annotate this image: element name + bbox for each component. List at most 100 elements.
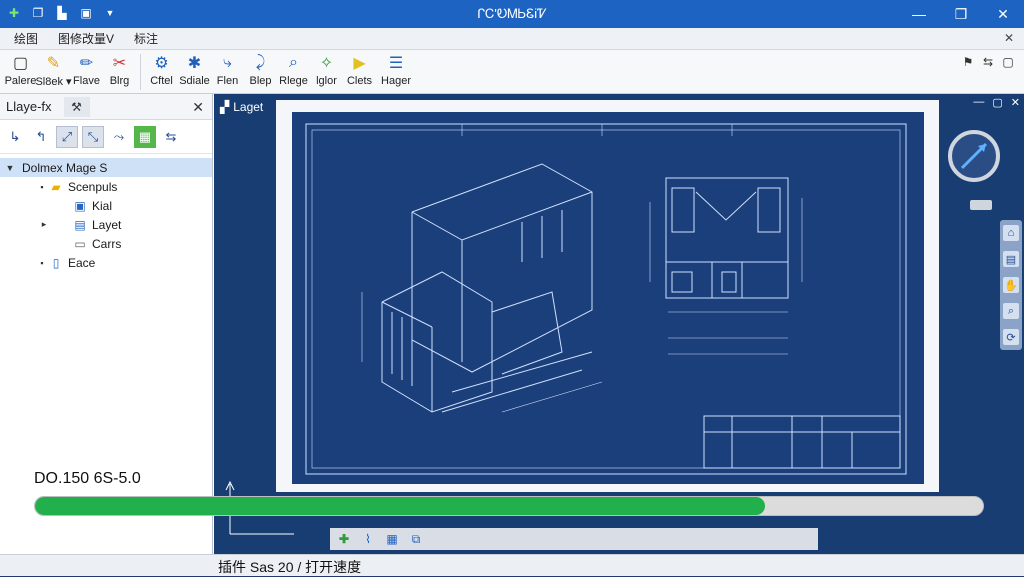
- panel-toolbar: ↳ ↰ ⤢ ⤡ ⤳ ▦ ⇆: [0, 120, 212, 154]
- layer-tool-4-icon[interactable]: ⤡: [82, 125, 104, 148]
- ribbon-button-sketch[interactable]: ✎ Sl8ek ▾: [35, 50, 72, 92]
- tree-label: Layet: [92, 217, 122, 232]
- expand-icon[interactable]: ▪: [36, 258, 48, 268]
- ortho-icon[interactable]: ⌇: [358, 530, 378, 548]
- panel-tab-tools-icon[interactable]: ⚒: [63, 96, 90, 117]
- ribbon-button-rlege[interactable]: ⌕ Rlege: [277, 50, 310, 92]
- ribbon-label: Blep: [249, 75, 272, 87]
- tree-node-folder[interactable]: ▭ Carrs: [0, 234, 212, 253]
- layer-tool-7-icon[interactable]: ⇆: [160, 126, 182, 148]
- layer-tool-1-icon[interactable]: ↳: [4, 126, 26, 148]
- swap-icon[interactable]: ⇆: [980, 54, 996, 70]
- tree-node-file[interactable]: ▪ ▯ Eace: [0, 253, 212, 272]
- layer-tool-3-icon[interactable]: ⤢: [56, 125, 78, 148]
- scissors-icon: ✂: [112, 55, 127, 72]
- table-icon: ▤: [74, 217, 86, 232]
- ribbon-label: Blrg: [109, 75, 130, 87]
- blueprint-drawing: [305, 123, 907, 475]
- window-controls: — ❐ ✕: [898, 0, 1024, 28]
- layer-tool-2-icon[interactable]: ↰: [30, 126, 52, 148]
- pan-icon[interactable]: ✋: [1003, 277, 1019, 293]
- viewport-minimize-icon[interactable]: —: [973, 96, 984, 109]
- layer-tool-5-icon[interactable]: ⤳: [108, 126, 130, 148]
- ribbon-button-blep[interactable]: ⤸ Blep: [244, 50, 277, 92]
- tree-label: Kial: [92, 198, 113, 213]
- tree-node-file[interactable]: ▣ Kial: [0, 196, 212, 215]
- pencil-icon: ✎: [46, 55, 61, 72]
- ribbon-button-hager[interactable]: ☰ Hager: [376, 50, 416, 92]
- document-icon: ▣: [74, 198, 86, 213]
- ribbon-label: Sdiale: [179, 75, 210, 87]
- cad-application-window: ✚ ❐ ▙ ▣ ▼ ᒋᏟ'ᎧᎷᏏᏋᎥᏤ — ❐ ✕ 绘图 图修改量V 标注 ✕ …: [0, 0, 1024, 576]
- status-bar: 插件 Sas 20 / 打开速度: [0, 554, 1024, 576]
- ribbon-button-sdiale[interactable]: ✱ Sdiale: [178, 50, 211, 92]
- tree-node-file[interactable]: ▸ ▤ Layet: [0, 215, 212, 234]
- title-bar: ✚ ❐ ▙ ▣ ▼ ᒋᏟ'ᎧᎷᏏᏋᎥᏤ — ❐ ✕: [0, 0, 1024, 28]
- pen-icon: ✏: [79, 55, 94, 72]
- play-icon: ▶: [353, 55, 366, 72]
- tree-node-root[interactable]: ▼ Dolmex Mage S: [0, 158, 212, 177]
- panel-header: Llaye-fx ⚒ ✕: [0, 94, 212, 120]
- drawing-viewport[interactable]: ▞ Laget — ▢ ✕ ⌂ ▤ ✋ ⌕ ⟳ ✚ ⌇ ▦ ⧉: [214, 94, 1024, 554]
- navigation-bar: ⌂ ▤ ✋ ⌕ ⟳: [1000, 220, 1022, 350]
- building-wing: [381, 271, 493, 413]
- ribbon-toolbar: ▢ Palere ✎ Sl8ek ▾ ✏ Flave ✂ Blrg ⚙ Cftel ✱ Sd…: [0, 50, 1024, 94]
- paper-sheet: [276, 100, 939, 492]
- orbit-icon[interactable]: ⟳: [1003, 329, 1019, 345]
- drawing-status-toolbar: ✚ ⌇ ▦ ⧉: [330, 528, 818, 550]
- ribbon-label: Rlege: [279, 75, 308, 87]
- ribbon-label: Hager: [381, 75, 411, 87]
- section-view: [703, 415, 901, 469]
- gear-icon: ⚙: [154, 55, 169, 72]
- restore-icon[interactable]: ❐: [940, 0, 982, 28]
- viewports-icon[interactable]: ⧉: [406, 530, 426, 548]
- arrow-curve-right-icon: ⤸: [255, 54, 266, 71]
- ribbon-label: Palere: [4, 75, 37, 87]
- ribbon-button-blrg[interactable]: ✂ Blrg: [103, 50, 136, 92]
- window-title: ᒋᏟ'ᎧᎷᏏᏋᎥᏤ: [476, 6, 548, 21]
- ribbon-button-lglor[interactable]: ✧ lglor: [310, 50, 343, 92]
- ribbon-label: Cftel: [150, 75, 173, 87]
- ribbon-button-cftel[interactable]: ⚙ Cftel: [145, 50, 178, 92]
- pin-icon[interactable]: ⚑: [960, 54, 976, 70]
- ribbon-button-flen[interactable]: ⤷ Flen: [211, 50, 244, 92]
- menu-item-modify[interactable]: 图修改量V: [48, 30, 124, 47]
- expand-icon[interactable]: ▼: [4, 163, 16, 173]
- expand-icon[interactable]: ▪: [36, 182, 48, 192]
- panel-title: Llaye-fx: [6, 99, 52, 114]
- layer-tool-6-icon[interactable]: ▦: [134, 125, 156, 148]
- panel-icon[interactable]: ▢: [1000, 54, 1016, 70]
- ribbon-button-palere[interactable]: ▢ Palere: [4, 50, 37, 92]
- search-icon: ⌕: [289, 54, 298, 71]
- navigation-wheel[interactable]: [948, 130, 1000, 182]
- grid-icon[interactable]: ▦: [382, 530, 402, 548]
- ribbon-button-clets[interactable]: ▶ Clets: [343, 50, 376, 92]
- menu-close-icon[interactable]: ✕: [1004, 31, 1014, 45]
- viewport-maximize-icon[interactable]: ▢: [992, 96, 1002, 109]
- navigation-menu-button[interactable]: [970, 200, 992, 210]
- document-tab[interactable]: ▞ Laget: [220, 97, 263, 117]
- star-icon: ✱: [187, 55, 202, 72]
- ribbon-label: Sl8ek ▾: [35, 76, 72, 88]
- drawing-frame-inner: [311, 129, 901, 469]
- panel-close-icon[interactable]: ✕: [192, 99, 204, 116]
- tree-node-folder[interactable]: ▪ ▰ Scenpuls: [0, 177, 212, 196]
- ribbon-label: Clets: [346, 75, 373, 87]
- arrow-curve-icon: ⤷: [223, 54, 232, 71]
- ribbon-label: Flave: [73, 75, 100, 87]
- viewport-close-icon[interactable]: ✕: [1011, 96, 1020, 109]
- zoom-icon[interactable]: ⌕: [1003, 303, 1019, 319]
- close-icon[interactable]: ✕: [982, 0, 1024, 28]
- ribbon-button-flave[interactable]: ✏ Flave: [70, 50, 103, 92]
- home-icon[interactable]: ⌂: [1003, 225, 1019, 241]
- building-roofline: [411, 191, 593, 241]
- menu-item-draw[interactable]: 绘图: [4, 30, 48, 47]
- layer-tree: ▼ Dolmex Mage S ▪ ▰ Scenpuls ▣ Kial ▸ ▤ …: [0, 154, 212, 272]
- minimize-icon[interactable]: —: [898, 0, 940, 28]
- expand-icon[interactable]: ▸: [38, 219, 50, 230]
- menu-item-dimension[interactable]: 标注: [124, 30, 168, 47]
- tree-label: Eace: [68, 255, 96, 270]
- layers-icon[interactable]: ▤: [1003, 251, 1019, 267]
- snap-icon[interactable]: ✚: [334, 530, 354, 548]
- status-text: 插件 Sas 20 / 打开速度: [218, 559, 362, 575]
